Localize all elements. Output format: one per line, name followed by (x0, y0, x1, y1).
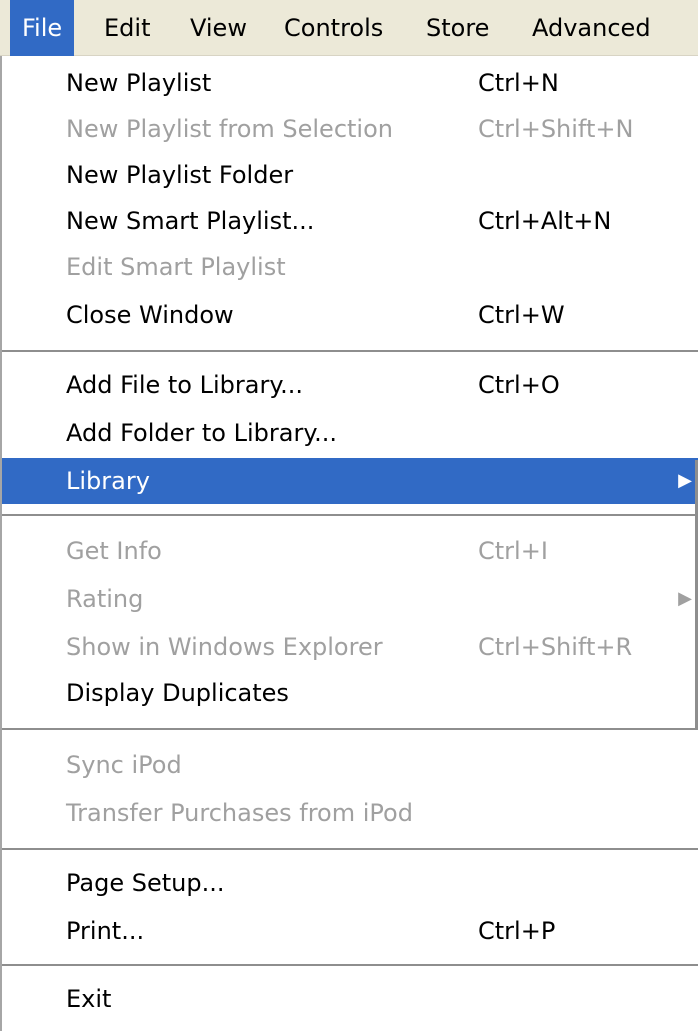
menu-item-shortcut: Ctrl+N (478, 69, 559, 97)
menu-store[interactable]: Store (426, 0, 489, 56)
menu-item-shortcut: Ctrl+O (478, 371, 560, 399)
menu-item-label: Transfer Purchases from iPod (66, 799, 413, 827)
menu-item-display-duplicates[interactable]: Display Duplicates (2, 670, 698, 716)
menu-item-label: Get Info (66, 537, 162, 565)
menu-item-label: Page Setup... (66, 869, 225, 897)
menu-item-add-file-to-library[interactable]: Add File to Library... Ctrl+O (2, 362, 698, 408)
menu-item-label: Exit (66, 985, 112, 1013)
menu-view[interactable]: View (190, 0, 247, 56)
menu-item-label: Show in Windows Explorer (66, 633, 383, 661)
menu-item-label: Display Duplicates (66, 679, 289, 707)
menu-item-label: New Smart Playlist... (66, 207, 315, 235)
menu-controls[interactable]: Controls (284, 0, 383, 56)
menu-separator (2, 728, 698, 730)
menu-item-add-folder-to-library[interactable]: Add Folder to Library... (2, 410, 698, 456)
menu-separator (2, 350, 698, 352)
menu-item-sync-ipod[interactable]: Sync iPod (2, 742, 698, 788)
menu-item-label: Add Folder to Library... (66, 419, 337, 447)
menu-item-label: Print... (66, 917, 145, 945)
menu-item-show-in-windows-explorer[interactable]: Show in Windows Explorer Ctrl+Shift+R (2, 624, 698, 670)
menu-separator (2, 848, 698, 850)
submenu-arrow-icon: ▶ (678, 588, 692, 609)
menu-item-label: New Playlist Folder (66, 161, 294, 189)
menu-item-shortcut: Ctrl+Shift+N (478, 115, 634, 143)
menu-bar: File Edit View Controls Store Advanced (0, 0, 698, 56)
menu-item-print[interactable]: Print... Ctrl+P (2, 908, 698, 954)
menu-item-label: Close Window (66, 301, 234, 329)
menu-item-label: New Playlist (66, 69, 212, 97)
menu-item-close-window[interactable]: Close Window Ctrl+W (2, 292, 698, 338)
file-menu-dropdown: New Playlist Ctrl+N New Playlist from Se… (0, 56, 698, 1031)
menu-item-new-playlist-from-selection[interactable]: New Playlist from Selection Ctrl+Shift+N (2, 106, 698, 152)
menu-item-transfer-purchases-from-ipod[interactable]: Transfer Purchases from iPod (2, 790, 698, 836)
menu-item-new-playlist[interactable]: New Playlist Ctrl+N (2, 60, 698, 106)
menu-item-page-setup[interactable]: Page Setup... (2, 860, 698, 906)
menu-item-label: New Playlist from Selection (66, 115, 393, 143)
menu-file[interactable]: File (10, 0, 75, 56)
menu-item-shortcut: Ctrl+P (478, 917, 556, 945)
menu-item-rating[interactable]: Rating ▶ (2, 576, 698, 622)
menu-item-label: Sync iPod (66, 751, 182, 779)
menu-item-shortcut: Ctrl+I (478, 537, 548, 565)
menu-item-label: Edit Smart Playlist (66, 253, 286, 281)
menu-item-library[interactable]: Library ▶ (2, 458, 698, 504)
menu-separator (2, 964, 698, 966)
menu-item-label: Library (66, 467, 150, 495)
menu-item-shortcut: Ctrl+Shift+R (478, 633, 633, 661)
menu-item-get-info[interactable]: Get Info Ctrl+I (2, 528, 698, 574)
menu-item-new-smart-playlist[interactable]: New Smart Playlist... Ctrl+Alt+N (2, 198, 698, 244)
menu-item-label: Add File to Library... (66, 371, 303, 399)
menu-item-shortcut: Ctrl+Alt+N (478, 207, 612, 235)
menu-item-label: Rating (66, 585, 144, 613)
menu-item-edit-smart-playlist[interactable]: Edit Smart Playlist (2, 244, 698, 290)
menu-edit[interactable]: Edit (104, 0, 150, 56)
menu-item-new-playlist-folder[interactable]: New Playlist Folder (2, 152, 698, 198)
submenu-arrow-icon: ▶ (678, 470, 692, 491)
menu-item-exit[interactable]: Exit (2, 976, 698, 1022)
menu-item-shortcut: Ctrl+W (478, 301, 565, 329)
menu-advanced[interactable]: Advanced (532, 0, 651, 56)
menu-separator (2, 514, 698, 516)
